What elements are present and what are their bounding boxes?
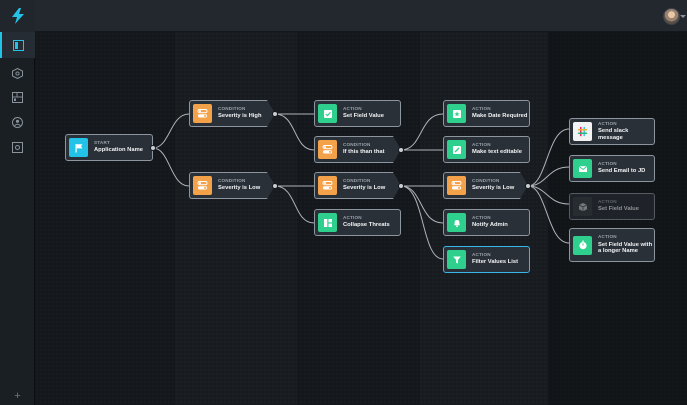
sidebar-item-users[interactable] [0, 109, 35, 135]
bell-icon [447, 213, 466, 232]
sidebar-item-settings[interactable] [0, 134, 35, 160]
node-port[interactable] [150, 145, 156, 151]
node-kind: ACTION [598, 234, 617, 240]
node-kind: START [94, 139, 110, 145]
node-kind: CONDITION [218, 105, 246, 111]
toggle-icon [318, 140, 337, 159]
action-node-set-field-value-long[interactable]: ACTION Set Field Value with a longer Name [569, 228, 655, 262]
sidebar: + [0, 0, 35, 405]
node-label: Set Field Value [343, 113, 384, 120]
node-kind: ACTION [343, 105, 362, 111]
node-kind: CONDITION [343, 141, 371, 147]
node-label: Notify Admin [472, 222, 508, 229]
action-node-collapse-threats[interactable]: ACTION Collapse Threats [314, 209, 401, 236]
logo-icon [11, 8, 24, 24]
node-label: Filter Values List [472, 259, 519, 266]
action-node-notify-admin[interactable]: ACTION Notify Admin [443, 209, 530, 236]
condition-node-severity-low[interactable]: CONDITION Severity is Low [314, 172, 401, 199]
action-node-send-email[interactable]: ACTION Send Email to JD [569, 155, 655, 182]
condition-node-severity-high[interactable]: CONDITION Severity is High [189, 100, 275, 127]
toggle-icon [193, 176, 212, 195]
node-label: Set Field Value [598, 206, 639, 213]
node-port[interactable] [525, 183, 531, 189]
node-kind: ACTION [472, 105, 491, 111]
action-node-set-field-value[interactable]: ACTION Set Field Value [314, 100, 401, 127]
node-label: Severity is Low [218, 185, 261, 192]
top-bar [35, 0, 687, 32]
node-label: Severity is Low [472, 185, 515, 192]
condition-node-if-this[interactable]: CONDITION If this than that [314, 136, 401, 163]
node-label: Set Field Value with a longer Name [598, 241, 653, 255]
action-node-make-text-editable[interactable]: ACTION Make text editable [443, 136, 530, 163]
toggle-icon [193, 104, 212, 123]
node-kind: ACTION [598, 198, 617, 204]
cube-icon [12, 67, 23, 79]
node-label: Make text editable [472, 149, 522, 156]
flag-icon [69, 138, 88, 157]
grid-icon [318, 213, 337, 232]
node-kind: CONDITION [472, 177, 500, 183]
toggle-icon [447, 176, 466, 195]
action-node-filter-values-list[interactable]: ACTION Filter Values List [443, 246, 530, 273]
node-label: Severity is Low [343, 185, 386, 192]
dashboard-icon [12, 91, 23, 103]
sidebar-item-workflows[interactable] [0, 32, 35, 58]
checkbox-icon [318, 104, 337, 123]
node-kind: CONDITION [343, 177, 371, 183]
node-port[interactable] [398, 147, 404, 153]
sidebar-item-integrations[interactable] [0, 60, 35, 86]
chevron-down-icon[interactable] [680, 15, 686, 18]
node-label: Send slack message [598, 128, 629, 141]
node-kind: ACTION [343, 214, 362, 220]
action-node-send-slack-message[interactable]: ACTION Send slack message [569, 118, 655, 145]
node-kind: ACTION [472, 251, 491, 257]
cube-icon [573, 197, 592, 216]
sidebar-item-dashboards[interactable] [0, 84, 35, 110]
add-button[interactable]: + [0, 387, 35, 405]
logo[interactable] [0, 0, 35, 32]
gear-icon [12, 141, 23, 153]
slack-icon [573, 122, 592, 141]
action-node-make-date-required[interactable]: ACTION Make Date Required [443, 100, 530, 127]
node-kind: ACTION [472, 141, 491, 147]
timer-icon [573, 235, 592, 255]
node-label: Send Email to JD [598, 168, 646, 175]
node-label: Severity is High [218, 113, 262, 120]
node-port[interactable] [272, 111, 278, 117]
toggle-icon [318, 176, 337, 195]
mail-icon [573, 159, 592, 178]
node-port[interactable] [398, 183, 404, 189]
node-kind: CONDITION [218, 177, 246, 183]
filter-icon [447, 250, 466, 269]
condition-node-severity-low[interactable]: CONDITION Severity is Low [189, 172, 275, 199]
node-kind: ACTION [472, 214, 491, 220]
layout-icon [13, 39, 24, 51]
user-icon [12, 116, 23, 128]
star-icon [447, 104, 466, 123]
avatar[interactable] [663, 8, 680, 25]
node-label: If this than that [343, 149, 385, 156]
action-node-set-field-value-disabled[interactable]: ACTION Set Field Value [569, 193, 655, 220]
node-kind: ACTION [598, 160, 617, 166]
node-label: Application Name [94, 147, 143, 154]
workflow-canvas[interactable]: START Application Name CONDITION Severity … [35, 32, 687, 405]
condition-node-severity-low[interactable]: CONDITION Severity is Low [443, 172, 528, 199]
edit-icon [447, 140, 466, 159]
node-label: Collapse Threats [343, 222, 390, 229]
node-port[interactable] [272, 183, 278, 189]
start-node[interactable]: START Application Name [65, 134, 153, 161]
node-kind: ACTION [598, 120, 617, 126]
node-label: Make Date Required [472, 113, 528, 120]
